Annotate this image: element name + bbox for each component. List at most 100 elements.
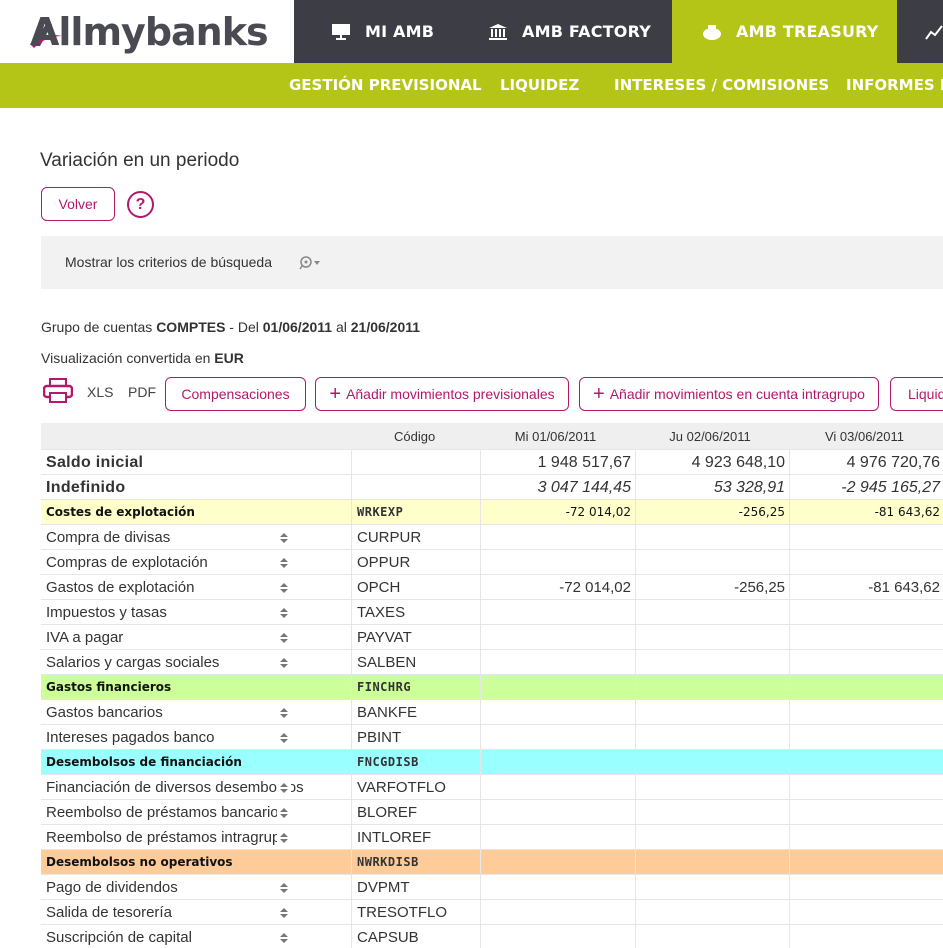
row-value-date-3[interactable] <box>789 650 943 675</box>
row-value-date-1[interactable] <box>480 750 635 775</box>
row-value-date-3[interactable] <box>789 600 943 625</box>
row-value-date-1[interactable]: 3 047 144,45 <box>480 475 635 500</box>
row-label[interactable]: Reembolso de préstamos bancarios <box>41 800 351 825</box>
row-value-date-2[interactable] <box>635 725 789 750</box>
row-value-date-3[interactable] <box>789 525 943 550</box>
sort-updown-icon[interactable] <box>277 631 291 645</box>
row-value-date-3[interactable] <box>789 625 943 650</box>
row-value-date-1[interactable] <box>480 700 635 725</box>
nav-amb-treasury[interactable]: AMB TREASURY <box>672 0 897 63</box>
row-value-date-2[interactable] <box>635 650 789 675</box>
sort-updown-icon[interactable] <box>277 881 291 895</box>
row-value-date-2[interactable] <box>635 850 789 875</box>
row-value-date-2[interactable] <box>635 675 789 700</box>
row-value-date-3[interactable] <box>789 800 943 825</box>
row-label[interactable]: IVA a pagar <box>41 625 351 650</box>
row-value-date-1[interactable]: -72 014,02 <box>480 500 635 525</box>
print-icon[interactable] <box>43 378 73 404</box>
sort-updown-icon[interactable] <box>277 806 291 820</box>
header-date-1[interactable]: Mi 01/06/2011 <box>480 423 635 450</box>
row-value-date-2[interactable] <box>635 825 789 850</box>
search-criteria-bar[interactable]: Mostrar los criterios de búsqueda <box>41 236 943 289</box>
row-value-date-1[interactable] <box>480 725 635 750</box>
row-value-date-1[interactable] <box>480 675 635 700</box>
row-value-date-1[interactable] <box>480 800 635 825</box>
row-value-date-3[interactable]: -2 945 165,27 <box>789 475 943 500</box>
sort-updown-icon[interactable] <box>277 606 291 620</box>
row-label[interactable]: Reembolso de préstamos intragrupo <box>41 825 351 850</box>
row-value-date-2[interactable] <box>635 750 789 775</box>
row-value-date-1[interactable] <box>480 825 635 850</box>
row-value-date-2[interactable] <box>635 775 789 800</box>
row-value-date-2[interactable] <box>635 550 789 575</box>
row-label[interactable]: Suscripción de capital <box>41 925 351 948</box>
row-value-date-3[interactable] <box>789 900 943 925</box>
row-value-date-1[interactable] <box>480 625 635 650</box>
row-label[interactable]: Gastos bancarios <box>41 700 351 725</box>
row-value-date-1[interactable] <box>480 875 635 900</box>
row-label[interactable]: Financiación de diversos desembolsos <box>41 775 351 800</box>
row-value-date-1[interactable] <box>480 550 635 575</box>
row-value-date-1[interactable] <box>480 850 635 875</box>
sort-updown-icon[interactable] <box>277 931 291 945</box>
row-value-date-2[interactable] <box>635 900 789 925</box>
row-value-date-2[interactable] <box>635 625 789 650</box>
sort-updown-icon[interactable] <box>277 781 291 795</box>
row-label[interactable]: Compra de divisas <box>41 525 351 550</box>
row-value-date-3[interactable] <box>789 550 943 575</box>
subnav-gestion-previsional[interactable]: GESTIÓN PREVISIONAL <box>289 63 482 108</box>
row-value-date-3[interactable] <box>789 775 943 800</box>
row-value-date-3[interactable] <box>789 875 943 900</box>
row-value-date-2[interactable] <box>635 875 789 900</box>
row-label[interactable]: Gastos financieros <box>41 675 351 700</box>
row-label[interactable]: Gastos de explotación <box>41 575 351 600</box>
header-date-3[interactable]: Vi 03/06/2011 <box>789 423 943 450</box>
row-value-date-2[interactable]: -256,25 <box>635 575 789 600</box>
row-label[interactable]: Salida de tesorería <box>41 900 351 925</box>
subnav-intereses-comisiones[interactable]: INTERESES / COMISIONES <box>614 63 829 108</box>
subnav-liquidez[interactable]: LIQUIDEZ <box>500 63 579 108</box>
row-value-date-1[interactable] <box>480 900 635 925</box>
row-value-date-2[interactable] <box>635 525 789 550</box>
nav-reports[interactable] <box>897 0 943 63</box>
row-value-date-1[interactable]: -72 014,02 <box>480 575 635 600</box>
row-label[interactable]: Pago de dividendos <box>41 875 351 900</box>
row-value-date-1[interactable] <box>480 525 635 550</box>
back-button[interactable]: Volver <box>41 187 115 221</box>
row-label[interactable]: Intereses pagados banco <box>41 725 351 750</box>
row-value-date-2[interactable]: 4 923 648,10 <box>635 450 789 475</box>
row-value-date-2[interactable]: -256,25 <box>635 500 789 525</box>
liquidity-button[interactable]: Liquid <box>890 377 943 411</box>
row-value-date-3[interactable]: 4 976 720,76 <box>789 450 943 475</box>
subnav-informes[interactable]: INFORMES DE <box>846 63 943 108</box>
sort-updown-icon[interactable] <box>277 731 291 745</box>
row-value-date-2[interactable] <box>635 925 789 948</box>
logo-area[interactable]: Allmybanks <box>0 0 294 63</box>
compensaciones-button[interactable]: Compensaciones <box>165 377 306 411</box>
nav-mi-amb[interactable]: MI AMB <box>294 0 472 63</box>
help-icon[interactable]: ? <box>127 191 154 218</box>
xls-export-button[interactable]: XLS <box>87 384 113 400</box>
add-forecast-movements-button[interactable]: + Añadir movimientos previsionales <box>315 377 569 411</box>
sort-updown-icon[interactable] <box>277 831 291 845</box>
sort-updown-icon[interactable] <box>277 531 291 545</box>
row-value-date-3[interactable] <box>789 725 943 750</box>
row-label[interactable]: Impuestos y tasas <box>41 600 351 625</box>
row-value-date-1[interactable] <box>480 925 635 948</box>
row-value-date-3[interactable]: -81 643,62 <box>789 500 943 525</box>
row-value-date-3[interactable]: -81 643,62 <box>789 575 943 600</box>
row-label[interactable]: Desembolsos de financiación <box>41 750 351 775</box>
header-date-2[interactable]: Ju 02/06/2011 <box>635 423 789 450</box>
row-value-date-2[interactable] <box>635 800 789 825</box>
add-intragroup-movements-button[interactable]: + Añadir movimientos en cuenta intragrup… <box>579 377 879 411</box>
row-value-date-3[interactable] <box>789 850 943 875</box>
sort-updown-icon[interactable] <box>277 656 291 670</box>
row-value-date-1[interactable]: 1 948 517,67 <box>480 450 635 475</box>
sort-updown-icon[interactable] <box>277 906 291 920</box>
row-value-date-2[interactable] <box>635 600 789 625</box>
sort-updown-icon[interactable] <box>277 581 291 595</box>
sort-updown-icon[interactable] <box>277 706 291 720</box>
row-label[interactable]: Costes de explotación <box>41 500 351 525</box>
pdf-export-button[interactable]: PDF <box>128 384 156 400</box>
row-value-date-1[interactable] <box>480 650 635 675</box>
